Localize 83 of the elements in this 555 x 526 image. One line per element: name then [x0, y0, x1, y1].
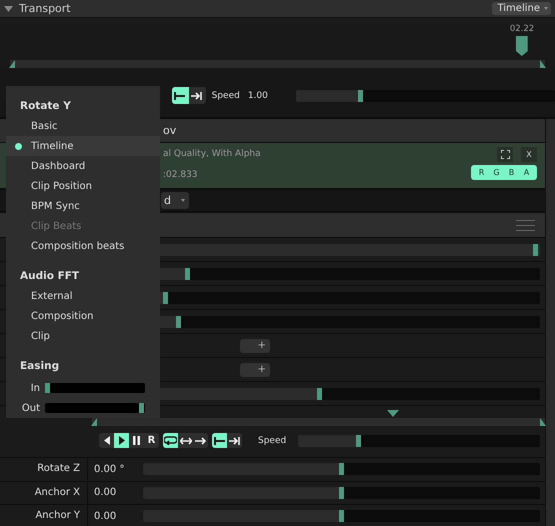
- speed-slider[interactable]: [296, 90, 555, 102]
- reverse-icon: [104, 436, 110, 445]
- slider-handle[interactable]: [356, 434, 361, 446]
- menu-item[interactable]: Clip Position: [6, 176, 160, 196]
- slider-handle[interactable]: [338, 463, 344, 476]
- property-slider[interactable]: [143, 463, 540, 476]
- start-marker-icon[interactable]: [9, 60, 15, 68]
- speed-label: Speed: [258, 436, 286, 446]
- easing-label: Out: [20, 402, 41, 414]
- slider-handle[interactable]: [317, 388, 322, 400]
- slider-handle[interactable]: [139, 403, 144, 413]
- property-slider[interactable]: [143, 510, 540, 522]
- clip-name: ov: [163, 124, 176, 137]
- selected-dot-icon: [15, 142, 22, 150]
- toggle-button[interactable]: [172, 87, 189, 104]
- channel-toggle[interactable]: G: [489, 166, 504, 179]
- start-marker-icon[interactable]: [91, 418, 97, 426]
- fullscreen-button[interactable]: [497, 147, 513, 162]
- blend-dropdown[interactable]: d: [161, 192, 189, 209]
- menu-item[interactable]: Composition beats: [6, 236, 160, 256]
- clip-format: al Quality, With Alpha: [163, 149, 261, 159]
- mode-dropdown[interactable]: Timeline: [492, 2, 551, 15]
- menu-item[interactable]: Clip: [6, 326, 160, 346]
- close-button[interactable]: X: [521, 147, 537, 162]
- end-marker-icon[interactable]: [540, 418, 546, 426]
- menu-item[interactable]: Basic: [6, 116, 160, 136]
- collapse-icon[interactable]: [4, 6, 13, 12]
- caret-icon: [544, 7, 548, 10]
- menu-section-title: Rotate Y: [19, 99, 72, 114]
- menu-item[interactable]: Dashboard: [6, 156, 160, 176]
- slider-handle[interactable]: [185, 268, 190, 280]
- slider-handle[interactable]: [532, 244, 538, 256]
- out-point-icon: [191, 92, 204, 100]
- out-point-icon: [228, 436, 240, 444]
- fullscreen-icon: [500, 150, 510, 159]
- slider-handle[interactable]: [163, 292, 168, 304]
- speed-value: 1.00: [248, 90, 268, 100]
- menu-item[interactable]: Timeline: [6, 136, 160, 156]
- add-button[interactable]: +: [240, 338, 270, 352]
- easing-slider[interactable]: [45, 403, 145, 413]
- channel-toggle[interactable]: R: [474, 166, 489, 179]
- scrollbar[interactable]: [545, 119, 555, 526]
- slider-handle[interactable]: [176, 316, 182, 328]
- loop-button[interactable]: [163, 433, 178, 448]
- property-slider[interactable]: [143, 486, 540, 499]
- slider-handle[interactable]: [45, 383, 50, 393]
- right-arrow-icon: [195, 436, 206, 444]
- property-label: Anchor X: [0, 482, 88, 504]
- pause-icon: [133, 436, 140, 445]
- speed-slider[interactable]: [298, 434, 540, 446]
- menu-item[interactable]: External: [6, 286, 160, 306]
- slider-handle[interactable]: [338, 486, 344, 499]
- slider-handle[interactable]: [358, 90, 363, 102]
- play-button[interactable]: [114, 433, 129, 448]
- menu-item[interactable]: BPM Sync: [6, 196, 160, 216]
- in-point-icon: [174, 92, 186, 100]
- double-arrow-icon: [180, 436, 192, 444]
- playhead-time: 02.22: [510, 24, 534, 34]
- slider-handle[interactable]: [338, 510, 344, 522]
- in-button[interactable]: [212, 433, 227, 448]
- panel-title: Transport: [19, 2, 72, 15]
- menu-section-title: Audio FFT: [19, 269, 80, 284]
- speed-label: Speed: [212, 90, 240, 100]
- easing-label: In: [30, 382, 41, 394]
- easing-slider[interactable]: [45, 383, 145, 393]
- channel-toggle[interactable]: B: [504, 166, 519, 179]
- play-icon: [118, 436, 124, 445]
- property-value: 0.00: [93, 487, 118, 498]
- property-label: Anchor Y: [0, 505, 88, 526]
- menu-section-title: Easing: [19, 359, 60, 374]
- channel-toggle[interactable]: A: [519, 166, 534, 179]
- property-value: 0.00 °: [93, 464, 126, 475]
- clip-duration: :02.833: [163, 170, 199, 180]
- add-button[interactable]: +: [240, 362, 270, 376]
- caret-icon: [180, 199, 185, 202]
- property-label: Rotate Z: [0, 458, 88, 480]
- menu-item[interactable]: Composition: [6, 306, 160, 326]
- menu-icon[interactable]: [516, 220, 535, 230]
- playhead-marker[interactable]: [516, 36, 528, 56]
- property-value: 0.00: [93, 510, 118, 522]
- loop-icon: [164, 436, 177, 445]
- end-marker-icon[interactable]: [540, 60, 546, 68]
- in-point-icon: [214, 436, 226, 444]
